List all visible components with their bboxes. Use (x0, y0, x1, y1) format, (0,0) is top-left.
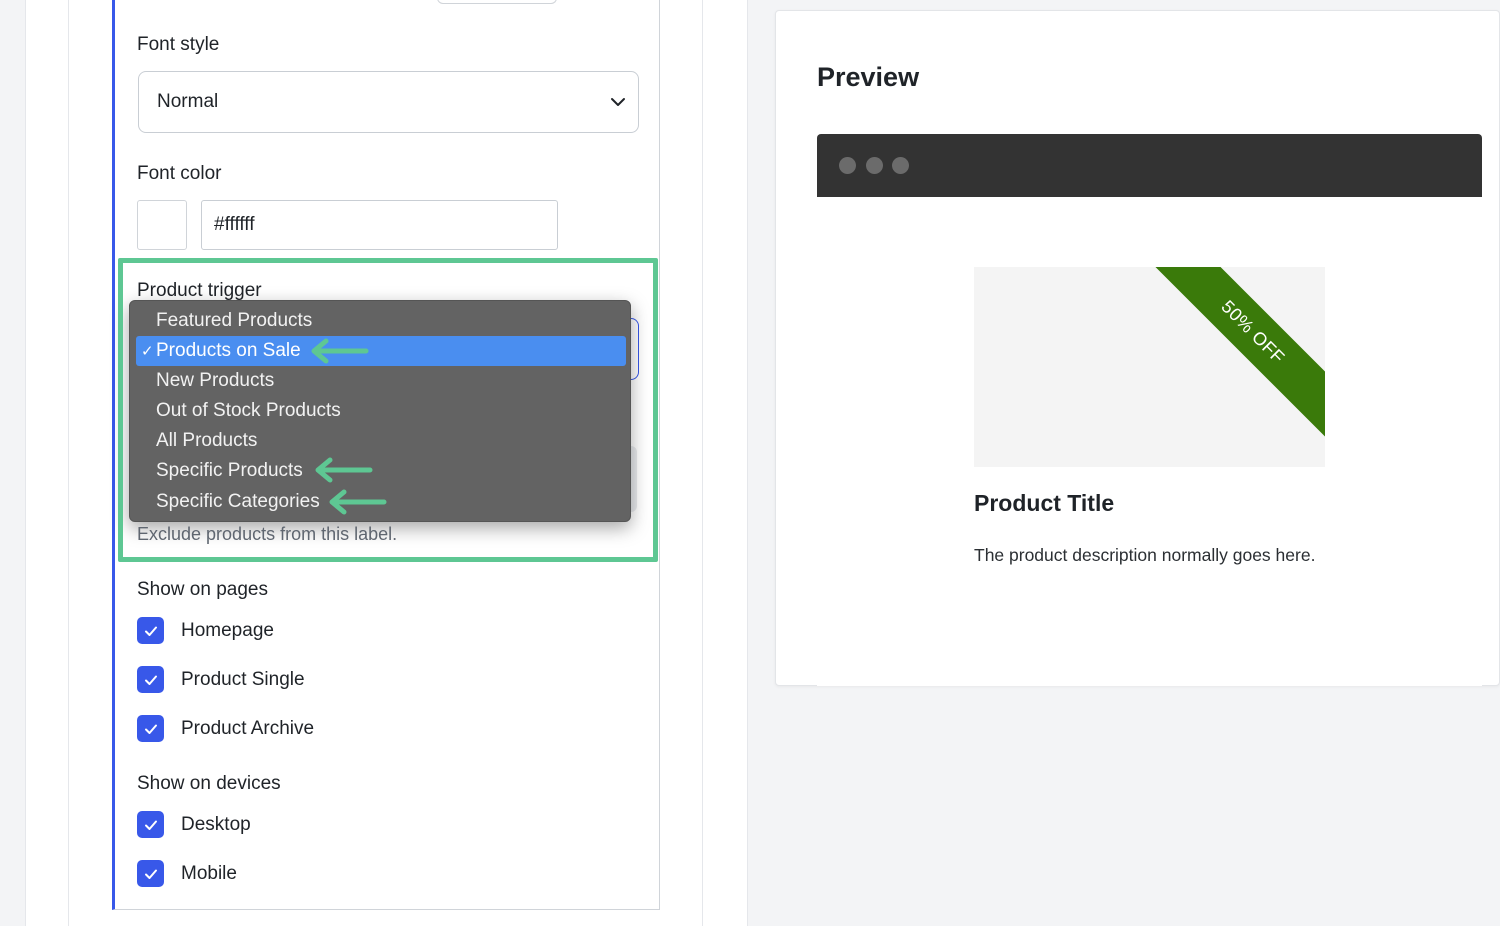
preview-heading: Preview (817, 62, 920, 92)
check-icon (144, 869, 157, 879)
font-style-label: Font style (137, 34, 220, 55)
sale-badge: 50% OFF (1144, 267, 1325, 441)
checkbox-label-desktop: Desktop (181, 814, 251, 835)
check-icon (144, 724, 157, 734)
window-dot-icon (892, 157, 909, 174)
annotation-highlight (118, 258, 658, 562)
font-color-input[interactable]: #ffffff (201, 200, 558, 250)
check-icon (144, 675, 157, 685)
check-icon (144, 820, 157, 830)
column-gap (703, 0, 748, 926)
sale-ribbon: 50% OFF (1125, 267, 1325, 467)
show-on-pages-label: Show on pages (137, 579, 268, 600)
sale-badge-text: 50% OFF (1217, 296, 1289, 368)
chevron-down-icon (611, 98, 625, 106)
checkbox-label-product-archive: Product Archive (181, 718, 315, 739)
product-description: The product description normally goes he… (974, 545, 1316, 565)
left-gutter (0, 0, 25, 926)
checkbox-mobile[interactable] (137, 860, 164, 887)
checkbox-label-mobile: Mobile (181, 863, 237, 884)
column-divider (68, 0, 69, 926)
font-color-value: #ffffff (214, 214, 255, 235)
font-style-select[interactable]: Normal (138, 71, 639, 133)
show-on-devices-label: Show on devices (137, 773, 281, 794)
browser-window-bar (817, 134, 1482, 197)
checkbox-product-archive[interactable] (137, 715, 164, 742)
font-color-label: Font color (137, 163, 222, 184)
product-title: Product Title (974, 490, 1115, 516)
product-image-placeholder: 50% OFF (974, 267, 1325, 467)
previous-field-edge (437, 0, 557, 4)
checkbox-label-product-single: Product Single (181, 669, 305, 690)
check-icon (144, 626, 157, 636)
window-dot-icon (866, 157, 883, 174)
font-style-value: Normal (157, 91, 219, 112)
checkbox-product-single[interactable] (137, 666, 164, 693)
checkbox-desktop[interactable] (137, 811, 164, 838)
checkbox-homepage[interactable] (137, 617, 164, 644)
font-color-swatch[interactable] (137, 200, 187, 250)
checkbox-label-homepage: Homepage (181, 620, 274, 641)
window-dot-icon (839, 157, 856, 174)
